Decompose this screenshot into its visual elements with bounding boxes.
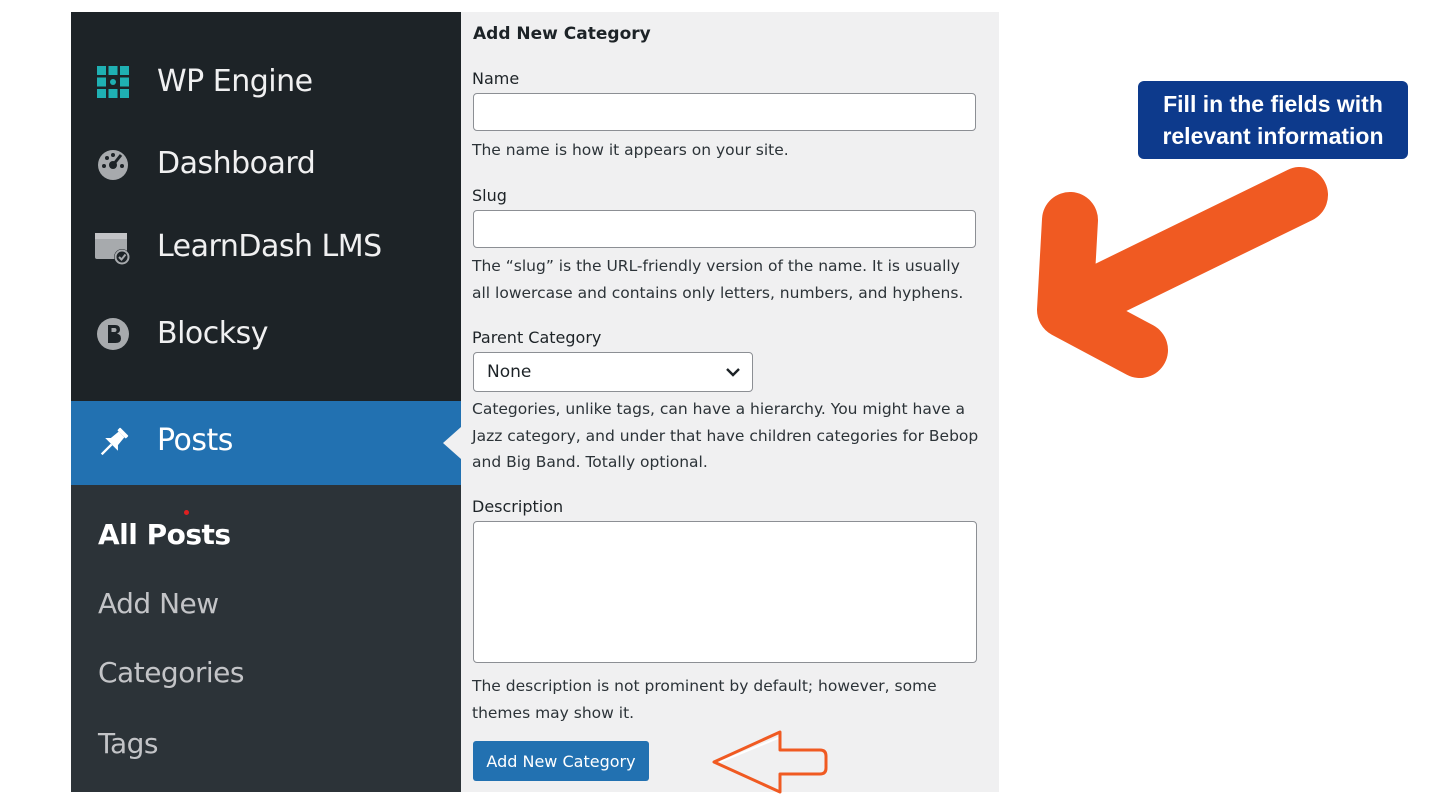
annotation-overlay — [712, 167, 1328, 794]
big-orange-arrow-icon — [1037, 167, 1328, 378]
outline-pointer-arrow-icon — [712, 730, 828, 794]
